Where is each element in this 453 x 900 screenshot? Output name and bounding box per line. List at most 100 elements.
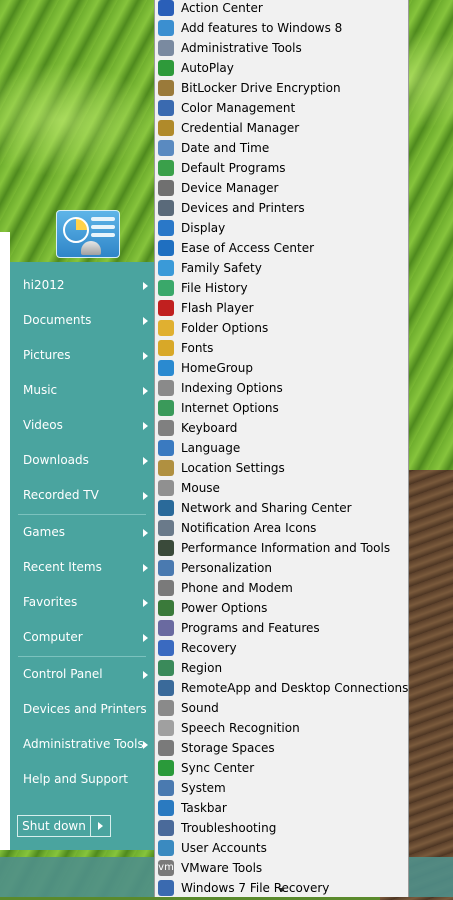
default-programs-icon	[158, 160, 174, 176]
start-menu-item-label: Computer	[23, 630, 83, 644]
control-panel-item[interactable]: Sync Center	[155, 758, 408, 778]
display-icon	[158, 220, 174, 236]
start-menu-item[interactable]: Control Panel	[10, 657, 155, 692]
control-panel-item[interactable]: Sound	[155, 698, 408, 718]
start-menu-item[interactable]: Recorded TV	[10, 478, 155, 513]
device-manager-icon	[158, 180, 174, 196]
start-menu-item[interactable]: Help and Support	[10, 762, 155, 797]
start-menu-item[interactable]: Downloads	[10, 443, 155, 478]
start-menu-item[interactable]: Favorites	[10, 585, 155, 620]
control-panel-item[interactable]: Internet Options	[155, 398, 408, 418]
start-menu-item[interactable]: Music	[10, 373, 155, 408]
control-panel-item[interactable]: Network and Sharing Center	[155, 498, 408, 518]
submenu-arrow-icon	[143, 387, 148, 395]
start-menu-item[interactable]: Computer	[10, 620, 155, 655]
control-panel-item[interactable]: Keyboard	[155, 418, 408, 438]
taskbar-icon	[158, 800, 174, 816]
control-panel-item[interactable]: AutoPlay	[155, 58, 408, 78]
control-panel-item[interactable]: Devices and Printers	[155, 198, 408, 218]
control-panel-item[interactable]: Device Manager	[155, 178, 408, 198]
microphone-icon	[158, 720, 174, 736]
control-panel-item[interactable]: Troubleshooting	[155, 818, 408, 838]
control-panel-item-label: Add features to Windows 8	[181, 21, 343, 35]
control-panel-item-label: User Accounts	[181, 841, 267, 855]
control-panel-item[interactable]: Performance Information and Tools	[155, 538, 408, 558]
submenu-arrow-icon	[143, 671, 148, 679]
control-panel-item[interactable]: User Accounts	[155, 838, 408, 858]
control-panel-item[interactable]: Indexing Options	[155, 378, 408, 398]
control-panel-item-label: Flash Player	[181, 301, 254, 315]
control-panel-item[interactable]: Folder Options	[155, 318, 408, 338]
control-panel-item-label: Region	[181, 661, 223, 675]
start-menu-item[interactable]: hi2012	[10, 268, 155, 303]
control-panel-item[interactable]: Taskbar	[155, 798, 408, 818]
control-panel-item-label: Keyboard	[181, 421, 238, 435]
control-panel-item-label: Language	[181, 441, 241, 455]
control-panel-item[interactable]: Mouse	[155, 478, 408, 498]
start-menu-separator	[18, 656, 146, 657]
control-panel-item[interactable]: Default Programs	[155, 158, 408, 178]
control-panel-item[interactable]: Fonts	[155, 338, 408, 358]
control-panel-item[interactable]: Storage Spaces	[155, 738, 408, 758]
control-panel-item[interactable]: Location Settings	[155, 458, 408, 478]
start-menu-item[interactable]: Pictures	[10, 338, 155, 373]
control-panel-item-label: Recovery	[181, 641, 237, 655]
start-menu-item[interactable]: Devices and Printers	[10, 692, 155, 727]
region-icon	[158, 660, 174, 676]
control-panel-item-label: Phone and Modem	[181, 581, 293, 595]
system-icon	[158, 780, 174, 796]
control-panel-item-label: AutoPlay	[181, 61, 234, 75]
start-menu-item[interactable]: Administrative Tools	[10, 727, 155, 762]
shutdown-divider	[90, 816, 91, 836]
submenu-arrow-icon	[143, 564, 148, 572]
personalization-icon	[158, 560, 174, 576]
control-panel-item[interactable]: Power Options	[155, 598, 408, 618]
control-panel-item[interactable]: Personalization	[155, 558, 408, 578]
control-panel-item[interactable]: HomeGroup	[155, 358, 408, 378]
control-panel-item[interactable]: Recovery	[155, 638, 408, 658]
shutdown-button[interactable]: Shut down	[17, 815, 111, 837]
control-panel-item[interactable]: RemoteApp and Desktop Connections	[155, 678, 408, 698]
control-panel-item[interactable]: Region	[155, 658, 408, 678]
control-panel-item[interactable]: Administrative Tools	[155, 38, 408, 58]
control-panel-item[interactable]: Credential Manager	[155, 118, 408, 138]
start-menu-item[interactable]: Games	[10, 515, 155, 550]
control-panel-item[interactable]: Ease of Access Center	[155, 238, 408, 258]
control-panel-item-label: Mouse	[181, 481, 220, 495]
start-menu-item-label: Documents	[23, 313, 92, 327]
control-panel-item[interactable]: Programs and Features	[155, 618, 408, 638]
control-panel-item[interactable]: System	[155, 778, 408, 798]
control-panel-item-label: Folder Options	[181, 321, 269, 335]
network-icon	[158, 500, 174, 516]
start-menu-item[interactable]: Recent Items	[10, 550, 155, 585]
shutdown-options-arrow-icon[interactable]	[98, 822, 103, 830]
submenu-arrow-icon	[143, 634, 148, 642]
start-menu-item[interactable]: Documents	[10, 303, 155, 338]
control-panel-item[interactable]: Color Management	[155, 98, 408, 118]
control-panel-item-label: VMware Tools	[181, 861, 263, 875]
control-panel-item[interactable]: Add features to Windows 8	[155, 18, 408, 38]
control-panel-item-label: Storage Spaces	[181, 741, 275, 755]
control-panel-item[interactable]: Action Center	[155, 0, 408, 18]
control-panel-item-label: HomeGroup	[181, 361, 253, 375]
control-panel-item[interactable]: Speech Recognition	[155, 718, 408, 738]
control-panel-item[interactable]: Family Safety	[155, 258, 408, 278]
control-panel-item[interactable]: Flash Player	[155, 298, 408, 318]
user-picture-icon[interactable]	[56, 210, 120, 258]
control-panel-item[interactable]: Date and Time	[155, 138, 408, 158]
control-panel-item[interactable]: File History	[155, 278, 408, 298]
scroll-down-arrow-icon[interactable]	[279, 888, 285, 892]
start-menu-item[interactable]: Videos	[10, 408, 155, 443]
control-panel-item[interactable]: BitLocker Drive Encryption	[155, 78, 408, 98]
control-panel-item[interactable]: Notification Area Icons	[155, 518, 408, 538]
control-panel-item-label: Speech Recognition	[181, 721, 300, 735]
control-panel-item[interactable]: vm VMware Tools	[155, 858, 408, 878]
start-menu-item-label: Pictures	[23, 348, 71, 362]
control-panel-item[interactable]: Language	[155, 438, 408, 458]
folder-icon	[158, 320, 174, 336]
shutdown-label: Shut down	[22, 819, 86, 833]
autoplay-icon	[158, 60, 174, 76]
control-panel-item[interactable]: Display	[155, 218, 408, 238]
control-panel-item[interactable]: Phone and Modem	[155, 578, 408, 598]
submenu-arrow-icon	[143, 741, 148, 749]
